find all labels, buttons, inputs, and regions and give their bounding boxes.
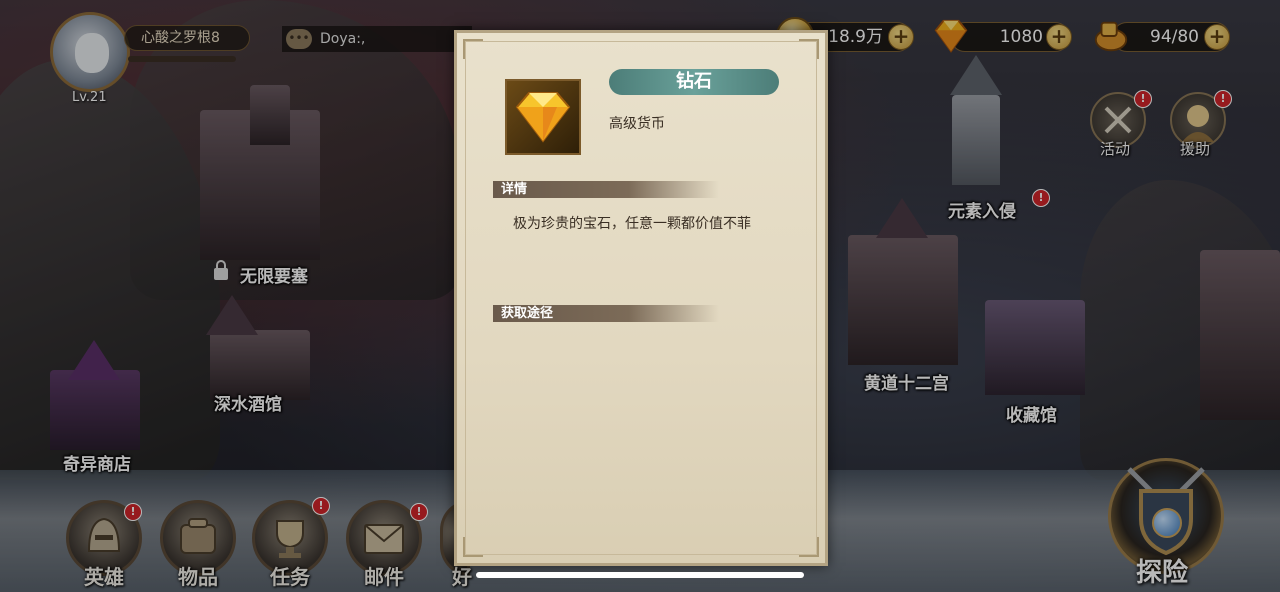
item-detail-popup: 钻石 高级货币 详情 极为珍贵的宝石，任意一颗都价值不菲 获取途径	[454, 30, 828, 566]
item-name: 钻石	[609, 69, 779, 95]
source-heading: 获取途径	[493, 305, 719, 322]
corner-ornament	[463, 39, 483, 59]
diamond-icon	[515, 92, 571, 143]
item-icon-frame	[505, 79, 581, 155]
item-description: 极为珍贵的宝石，任意一颗都价值不菲	[513, 216, 751, 232]
corner-ornament	[799, 537, 819, 557]
details-heading: 详情	[493, 181, 719, 198]
corner-ornament	[799, 39, 819, 59]
item-type: 高级货币	[609, 116, 665, 132]
home-indicator[interactable]	[476, 572, 804, 578]
corner-ornament	[463, 537, 483, 557]
